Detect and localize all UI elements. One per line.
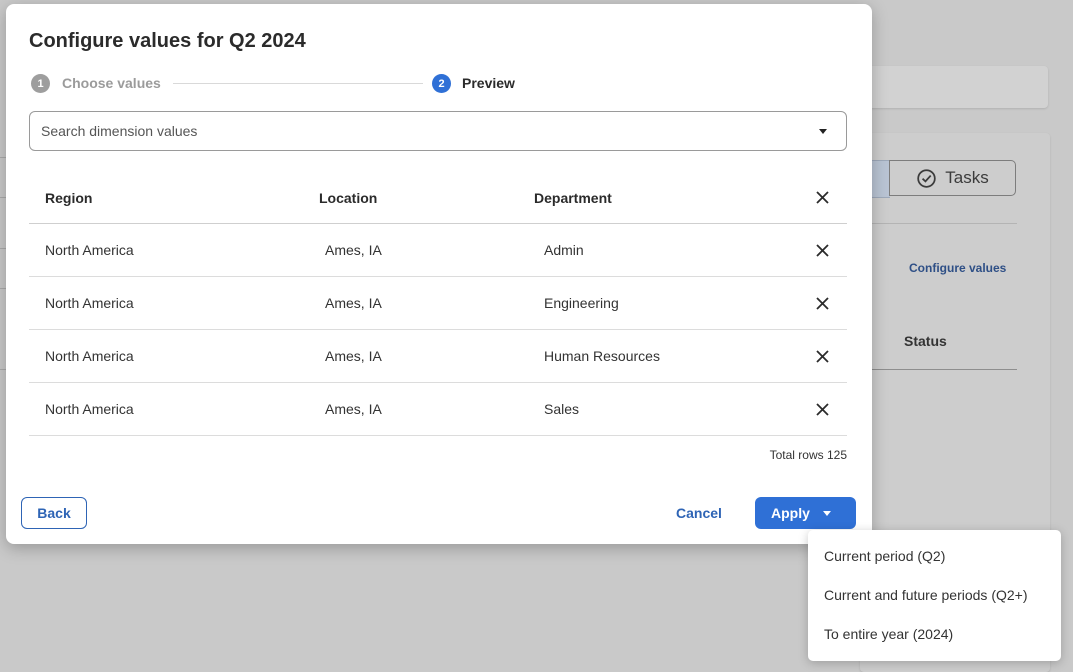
close-icon[interactable] bbox=[815, 296, 829, 310]
preview-table: Region Location Department North America… bbox=[29, 172, 847, 436]
stepper: 1 Choose values 2 Preview bbox=[31, 74, 531, 94]
step-2-label: Preview bbox=[462, 75, 515, 91]
table-header-row: Region Location Department bbox=[29, 172, 847, 224]
table-row: North America Ames, IA Sales bbox=[29, 383, 847, 436]
cell-region: North America bbox=[45, 348, 134, 364]
remove-row-button[interactable] bbox=[814, 277, 830, 329]
caret-down-icon[interactable] bbox=[819, 128, 827, 134]
tab-tasks-label: Tasks bbox=[945, 168, 989, 187]
cell-department: Sales bbox=[544, 401, 580, 417]
cell-location: Ames, IA bbox=[325, 401, 382, 417]
search-input[interactable] bbox=[41, 123, 819, 139]
menu-item-current-and-future-periods[interactable]: Current and future periods (Q2+) bbox=[808, 575, 1061, 614]
cell-region: North America bbox=[45, 401, 134, 417]
remove-row-button[interactable] bbox=[814, 224, 830, 276]
tab-tasks[interactable]: Tasks bbox=[889, 160, 1016, 196]
status-column-header: Status bbox=[904, 333, 947, 349]
configure-values-link[interactable]: Configure values bbox=[909, 261, 1006, 275]
close-icon[interactable] bbox=[815, 402, 829, 416]
close-icon[interactable] bbox=[815, 243, 829, 257]
background-card bbox=[860, 66, 1048, 108]
cell-department: Engineering bbox=[544, 295, 619, 311]
stepper-connector bbox=[173, 83, 423, 84]
cell-location: Ames, IA bbox=[325, 348, 382, 364]
cell-location: Ames, IA bbox=[325, 242, 382, 258]
remove-all-button[interactable] bbox=[814, 172, 830, 223]
check-circle-icon bbox=[917, 168, 936, 188]
remove-row-button[interactable] bbox=[814, 383, 830, 435]
background-divider bbox=[872, 223, 1017, 224]
table-row: North America Ames, IA Admin bbox=[29, 224, 847, 277]
configure-values-dialog: Configure values for Q2 2024 1 Choose va… bbox=[6, 4, 872, 544]
back-button[interactable]: Back bbox=[21, 497, 87, 529]
column-header-region: Region bbox=[45, 189, 93, 206]
remove-row-button[interactable] bbox=[814, 330, 830, 382]
column-header-department: Department bbox=[534, 189, 612, 206]
menu-item-entire-year[interactable]: To entire year (2024) bbox=[808, 614, 1061, 653]
background-divider bbox=[872, 369, 1017, 370]
step-1-label[interactable]: Choose values bbox=[62, 75, 161, 91]
cell-department: Human Resources bbox=[544, 348, 660, 364]
table-row: North America Ames, IA Human Resources bbox=[29, 330, 847, 383]
table-row: North America Ames, IA Engineering bbox=[29, 277, 847, 330]
search-dimension-values-combobox[interactable] bbox=[29, 111, 847, 151]
apply-options-menu: Current period (Q2) Current and future p… bbox=[808, 530, 1061, 661]
column-header-location: Location bbox=[319, 189, 378, 206]
apply-split-button[interactable]: Apply bbox=[755, 497, 856, 529]
close-icon[interactable] bbox=[815, 349, 829, 363]
apply-button-label: Apply bbox=[771, 505, 810, 521]
menu-item-current-period[interactable]: Current period (Q2) bbox=[808, 536, 1061, 575]
dialog-title: Configure values for Q2 2024 bbox=[29, 30, 306, 52]
cancel-button[interactable]: Cancel bbox=[676, 502, 722, 524]
total-rows-count: Total rows 125 bbox=[769, 448, 847, 462]
cell-location: Ames, IA bbox=[325, 295, 382, 311]
caret-down-icon[interactable] bbox=[822, 510, 831, 516]
step-2-number: 2 bbox=[432, 74, 451, 93]
close-icon[interactable] bbox=[815, 191, 829, 204]
cell-region: North America bbox=[45, 242, 134, 258]
cell-department: Admin bbox=[544, 242, 584, 258]
cell-region: North America bbox=[45, 295, 134, 311]
step-1-number[interactable]: 1 bbox=[31, 74, 50, 93]
